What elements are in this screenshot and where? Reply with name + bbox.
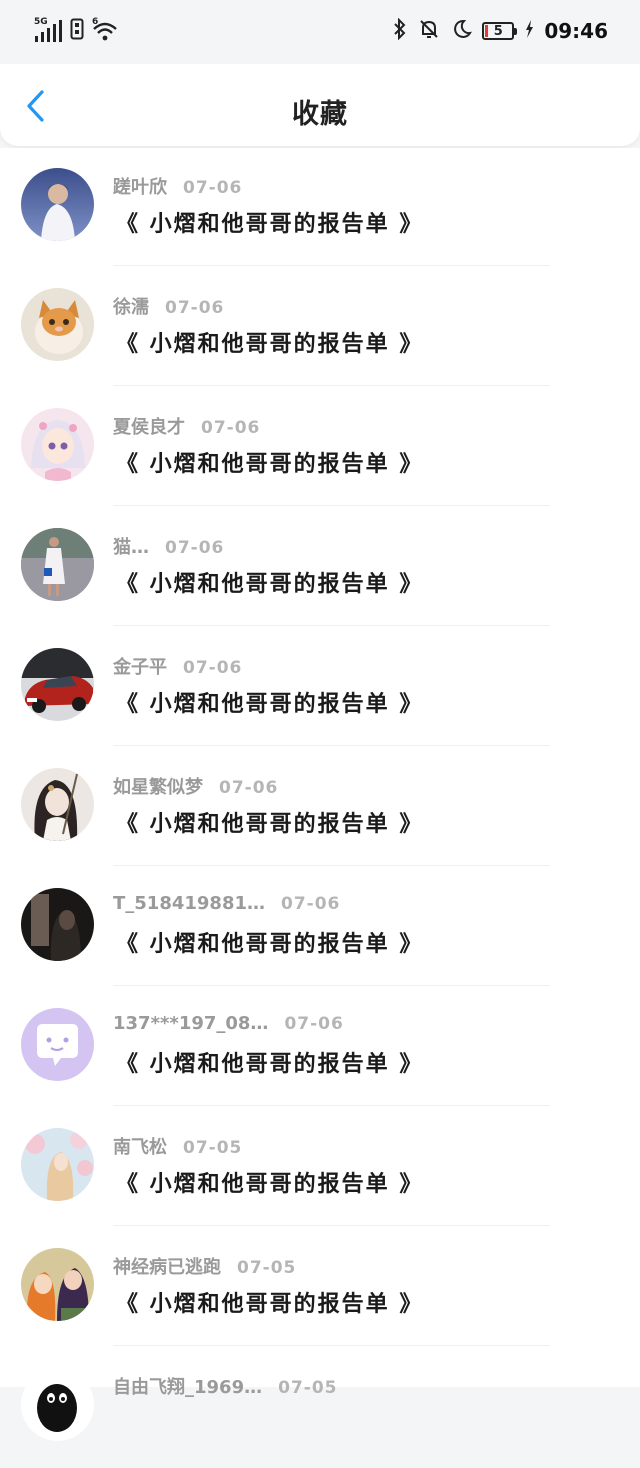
item-date: 07-05 <box>183 1138 243 1158</box>
list-item[interactable]: 137***197_08… 07-06 《 小熠和他哥哥的报告单 》 <box>0 988 640 1108</box>
list-item[interactable]: 猫… 07-06 《 小熠和他哥哥的报告单 》 <box>0 508 640 628</box>
user-name: 如星繁似梦 <box>113 777 203 798</box>
item-date: 07-05 <box>278 1378 338 1398</box>
bell-off-icon <box>418 18 440 44</box>
bluetooth-icon <box>392 17 408 44</box>
battery-icon: 5 <box>482 22 518 40</box>
item-date: 07-06 <box>183 178 243 198</box>
list-item[interactable]: T_518419881… 07-06 《 小熠和他哥哥的报告单 》 <box>0 868 640 988</box>
user-name: 蹉叶欣 <box>113 177 167 198</box>
item-title: 《 小熠和他哥哥的报告单 》 <box>116 932 424 957</box>
header-bar: 收藏 <box>0 64 640 146</box>
item-date: 07-06 <box>284 1014 344 1034</box>
divider <box>113 1105 550 1106</box>
avatar[interactable] <box>21 1008 94 1081</box>
divider <box>113 865 550 866</box>
user-name: 猫… <box>113 537 149 558</box>
divider <box>113 1345 550 1346</box>
user-name: 自由飞翔_1969… <box>113 1377 263 1398</box>
avatar[interactable] <box>21 1368 94 1441</box>
list-item[interactable]: 神经病已逃跑 07-05 《 小熠和他哥哥的报告单 》 <box>0 1228 640 1348</box>
item-date: 07-06 <box>201 418 261 438</box>
avatar[interactable] <box>21 528 94 601</box>
user-name: 神经病已逃跑 <box>113 1257 221 1278</box>
signal-icon: 5G <box>34 17 62 43</box>
item-title: 《 小熠和他哥哥的报告单 》 <box>116 1052 424 1077</box>
moon-icon <box>450 18 473 44</box>
sim-icon <box>70 18 84 44</box>
divider <box>113 265 550 266</box>
item-date: 07-05 <box>237 1258 297 1278</box>
list-item[interactable]: 南飞松 07-05 《 小熠和他哥哥的报告单 》 <box>0 1108 640 1228</box>
favorites-list: 蹉叶欣 07-06 《 小熠和他哥哥的报告单 》 徐濡 07-06 《 小熠和他… <box>0 148 640 1441</box>
item-title: 《 小熠和他哥哥的报告单 》 <box>116 212 424 237</box>
avatar[interactable] <box>21 768 94 841</box>
item-title: 《 小熠和他哥哥的报告单 》 <box>116 572 424 597</box>
user-name: 南飞松 <box>113 1137 167 1158</box>
divider <box>113 1225 550 1226</box>
item-title: 《 小熠和他哥哥的报告单 》 <box>116 332 424 357</box>
avatar[interactable] <box>21 168 94 241</box>
page-title: 收藏 <box>292 99 348 130</box>
user-name: 夏侯良才 <box>113 417 185 438</box>
item-title: 《 小熠和他哥哥的报告单 》 <box>116 1172 424 1197</box>
avatar[interactable] <box>21 1128 94 1201</box>
avatar[interactable] <box>21 408 94 481</box>
user-name: 徐濡 <box>113 297 149 318</box>
user-name: 金子平 <box>113 657 167 678</box>
list-item[interactable]: 如星繁似梦 07-06 《 小熠和他哥哥的报告单 》 <box>0 748 640 868</box>
user-name: 137***197_08… <box>113 1013 269 1034</box>
avatar[interactable] <box>21 1248 94 1321</box>
item-date: 07-06 <box>165 538 225 558</box>
item-date: 07-06 <box>165 298 225 318</box>
avatar[interactable] <box>21 648 94 721</box>
status-bar: 5G 6 5 09:46 <box>0 0 640 64</box>
list-item[interactable]: 蹉叶欣 07-06 《 小熠和他哥哥的报告单 》 <box>0 148 640 268</box>
divider <box>113 505 550 506</box>
item-date: 07-06 <box>183 658 243 678</box>
avatar[interactable] <box>21 288 94 361</box>
item-date: 07-06 <box>219 778 279 798</box>
divider <box>113 985 550 986</box>
divider <box>113 385 550 386</box>
list-item[interactable]: 夏侯良才 07-06 《 小熠和他哥哥的报告单 》 <box>0 388 640 508</box>
divider <box>113 625 550 626</box>
item-title: 《 小熠和他哥哥的报告单 》 <box>116 452 424 477</box>
list-item[interactable]: 自由飞翔_1969… 07-05 <box>0 1348 640 1468</box>
item-date: 07-06 <box>281 894 341 914</box>
list-item[interactable]: 金子平 07-06 《 小熠和他哥哥的报告单 》 <box>0 628 640 748</box>
charging-icon <box>524 19 534 43</box>
user-name: T_518419881… <box>113 893 265 914</box>
item-title: 《 小熠和他哥哥的报告单 》 <box>116 812 424 837</box>
divider <box>113 745 550 746</box>
wifi-icon: 6 <box>92 17 120 43</box>
battery-level: 5 <box>493 23 503 39</box>
item-title: 《 小熠和他哥哥的报告单 》 <box>116 1292 424 1317</box>
avatar[interactable] <box>21 888 94 961</box>
clock: 09:46 <box>544 19 608 43</box>
list-item[interactable]: 徐濡 07-06 《 小熠和他哥哥的报告单 》 <box>0 268 640 388</box>
item-title: 《 小熠和他哥哥的报告单 》 <box>116 692 424 717</box>
